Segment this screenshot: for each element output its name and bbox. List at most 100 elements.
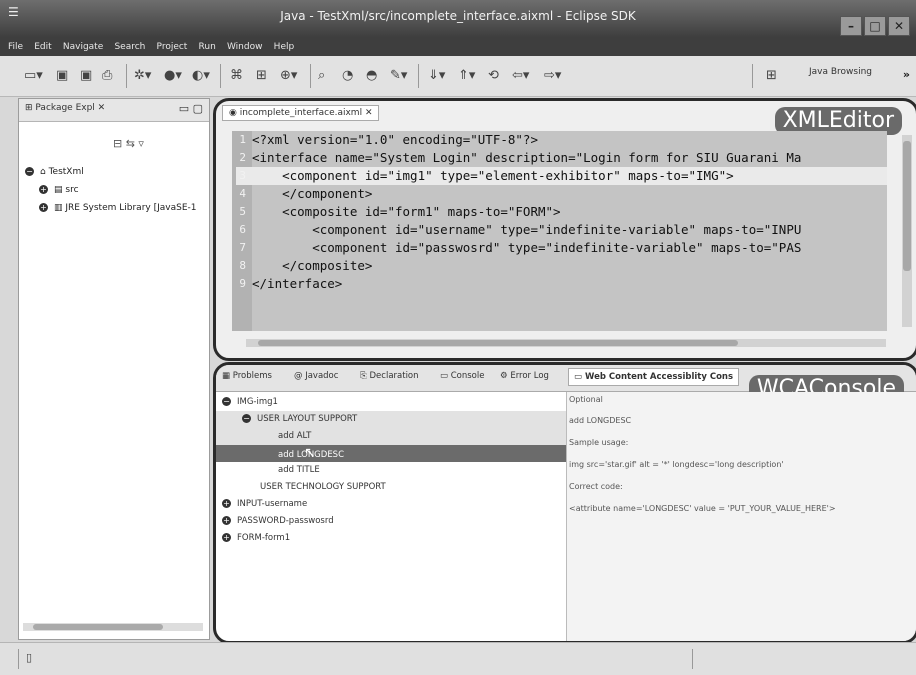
tree-node-user-technology-support[interactable]: USER TECHNOLOGY SUPPORT	[216, 479, 608, 496]
new-package-icon[interactable]: ⊞	[256, 68, 267, 83]
code-text: <component id="username" type="indefinit…	[252, 222, 802, 237]
tab-label: Web Content Accessiblity Cons	[585, 372, 734, 382]
tab-web-content-accessibility[interactable]: ▭ Web Content Accessiblity Cons	[568, 368, 740, 386]
tab-console[interactable]: ▭ Console	[440, 371, 484, 381]
editor-tab-label: incomplete_interface.aixml	[239, 108, 363, 118]
more-perspectives-button[interactable]: »	[903, 68, 910, 81]
editor-tab[interactable]: ◉ incomplete_interface.aixml ✕	[222, 105, 380, 121]
package-explorer-tab-bar: ⊞ Package Expl ✕ ▭ ▢	[19, 99, 209, 122]
menu-search[interactable]: Search	[114, 42, 145, 52]
next-annotation-icon[interactable]: ⇓▾	[428, 68, 445, 83]
previous-annotation-icon[interactable]: ⇑▾	[458, 68, 475, 83]
collapse-all-icon[interactable]: ⊟ ⇆ ▿	[113, 137, 144, 150]
open-perspective-icon[interactable]: ⊞	[766, 68, 777, 83]
code-line[interactable]: 7 <component id="passwosrd" type="indefi…	[236, 239, 887, 257]
menu-window[interactable]: Window	[227, 42, 263, 52]
expand-icon[interactable]: +	[39, 203, 48, 212]
new-java-project-icon[interactable]: ⌘	[230, 68, 243, 83]
editor-horizontal-scrollbar[interactable]	[246, 339, 886, 347]
expand-icon[interactable]: +	[39, 185, 48, 194]
code-line[interactable]: 2 <interface name="System Login" descript…	[236, 149, 887, 167]
maximize-button[interactable]: □	[864, 16, 886, 36]
close-button[interactable]: ✕	[888, 16, 910, 36]
menu-project[interactable]: Project	[157, 42, 188, 52]
menu-run[interactable]: Run	[199, 42, 216, 52]
window-controls: – □ ✕	[840, 16, 910, 36]
code-text: </composite>	[252, 258, 373, 273]
collapse-icon[interactable]: −	[25, 167, 34, 176]
tree-node-user-layout-support[interactable]: − USER LAYOUT SUPPORT	[216, 411, 590, 428]
forward-icon[interactable]: ⇨▾	[544, 68, 561, 83]
editor-vertical-scrollbar[interactable]	[902, 135, 912, 327]
tree-item-src[interactable]: + ▤ src	[39, 185, 79, 195]
print-icon[interactable]: ⎙	[102, 68, 112, 83]
save-icon[interactable]: ▣	[56, 68, 68, 83]
new-class-icon[interactable]: ⊕▾	[280, 68, 297, 83]
menu-help[interactable]: Help	[274, 42, 295, 52]
tree-node-add-longdesc[interactable]: add LONGDESC↖	[216, 445, 626, 462]
code-line[interactable]: 9 </interface>	[236, 275, 887, 293]
tab-javadoc[interactable]: @ Javadoc	[294, 371, 338, 381]
code-line-current[interactable]: 3 <component id="img1" type="element-exh…	[236, 167, 887, 185]
expand-icon[interactable]: +	[222, 533, 231, 542]
package-explorer-view: ⊞ Package Expl ✕ ▭ ▢ ⊟ ⇆ ▿ − ⌂ TestXml + ▤…	[18, 98, 210, 640]
tree-item-testxml[interactable]: − ⌂ TestXml	[25, 167, 84, 177]
tree-node-img1[interactable]: − IMG-img1	[216, 394, 570, 411]
perspective-java-browsing[interactable]: Java Browsing	[809, 67, 872, 77]
open-task-icon[interactable]: ◔	[342, 68, 353, 83]
code-area[interactable]: 1 <?xml version="1.0" encoding="UTF-8"?> …	[232, 131, 887, 331]
tree-node-label: FORM-form1	[237, 533, 291, 543]
menu-navigate[interactable]: Navigate	[63, 42, 103, 52]
code-line[interactable]: 4 </component>	[236, 185, 887, 203]
run-icon[interactable]: ●▾	[164, 68, 182, 83]
library-icon: ▥	[54, 203, 66, 213]
open-type-icon[interactable]: ⌕	[318, 68, 325, 83]
code-line[interactable]: 1 <?xml version="1.0" encoding="UTF-8"?>	[236, 131, 887, 149]
collapse-icon[interactable]: −	[242, 414, 251, 423]
view-controls-icon[interactable]: ▭ ▢	[179, 102, 203, 115]
new-icon[interactable]: ▭▾	[24, 68, 43, 83]
tab-declaration[interactable]: ⎘ Declaration	[360, 371, 419, 381]
folder-icon: ▤	[54, 185, 66, 195]
tree-node-input-username[interactable]: + INPUT-username	[216, 496, 570, 513]
horizontal-scrollbar[interactable]	[23, 623, 203, 631]
tree-node-add-alt[interactable]: add ALT	[216, 428, 626, 445]
code-line[interactable]: 8 </composite>	[236, 257, 887, 275]
wca-console-view: ▦ Problems @ Javadoc ⎘ Declaration ▭ Con…	[213, 362, 916, 644]
tree-node-label: USER TECHNOLOGY SUPPORT	[260, 482, 386, 492]
expand-icon[interactable]: +	[222, 516, 231, 525]
line-number: 8	[239, 259, 246, 272]
menu-bar: File Edit Navigate Search Project Run Wi…	[0, 38, 916, 56]
tree-node-label: add ALT	[278, 431, 312, 441]
tree-node-form1[interactable]: + FORM-form1	[216, 530, 570, 547]
tab-problems[interactable]: ▦ Problems	[222, 371, 272, 381]
tab-label: Problems	[232, 371, 272, 381]
tab-error-log[interactable]: ⚙ Error Log	[500, 371, 549, 381]
menu-file[interactable]: File	[8, 42, 23, 52]
fast-view-icon[interactable]: ▯	[26, 651, 32, 664]
tree-node-add-title[interactable]: add TITLE	[216, 462, 626, 479]
debug-icon[interactable]: ✲▾	[134, 68, 151, 83]
tab-label: Declaration	[369, 371, 419, 381]
code-line[interactable]: 5 <composite id="form1" maps-to="FORM">	[236, 203, 887, 221]
code-text: <component id="passwosrd" type="indefini…	[252, 240, 802, 255]
code-line[interactable]: 6 <component id="username" type="indefin…	[236, 221, 887, 239]
package-explorer-tab[interactable]: ⊞ Package Expl ✕	[25, 103, 105, 113]
expand-icon[interactable]: +	[222, 499, 231, 508]
last-edit-icon[interactable]: ⟲	[488, 68, 499, 83]
pen-icon[interactable]: ✎▾	[390, 68, 407, 83]
code-text: <?xml version="1.0" encoding="UTF-8"?>	[252, 132, 538, 147]
tree-node-label: USER LAYOUT SUPPORT	[257, 414, 358, 424]
save-all-icon[interactable]: ▣	[80, 68, 92, 83]
detail-sample-code: img src='star.gif' alt = '*' longdesc='l…	[569, 460, 784, 469]
title-bar: ☰ Java - TestXml/src/incomplete_interfac…	[0, 0, 916, 38]
back-icon[interactable]: ⇦▾	[512, 68, 529, 83]
tree-item-jre-library[interactable]: + ▥ JRE System Library [JavaSE-1	[39, 203, 196, 213]
tree-node-password[interactable]: + PASSWORD-passwosrd	[216, 513, 570, 530]
external-tools-icon[interactable]: ◐▾	[192, 68, 210, 83]
search-icon[interactable]: ◓	[366, 68, 377, 83]
minimize-button[interactable]: –	[840, 16, 862, 36]
menu-edit[interactable]: Edit	[34, 42, 51, 52]
wca-detail-panel: Optional add LONGDESC Sample usage: img …	[566, 392, 916, 641]
collapse-icon[interactable]: −	[222, 397, 231, 406]
